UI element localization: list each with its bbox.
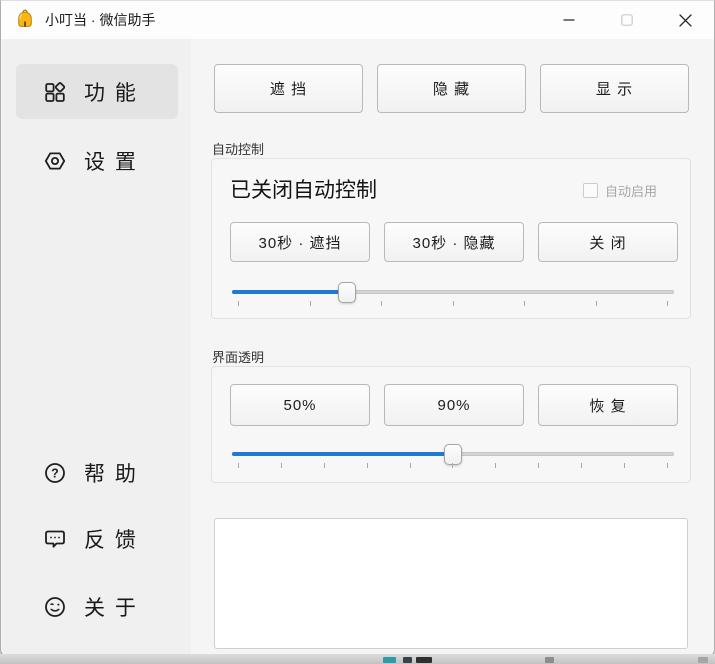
- opacity-50-button[interactable]: 50%: [230, 384, 370, 426]
- slider-thumb[interactable]: [338, 282, 356, 303]
- titlebar: 小叮当 · 微信助手: [1, 1, 714, 39]
- sidebar-item-about[interactable]: 关 于: [16, 579, 178, 634]
- taskbar-sliver: [0, 654, 715, 664]
- opacity-90-button[interactable]: 90%: [384, 384, 524, 426]
- sidebar-item-label: 功 能: [84, 77, 138, 107]
- sidebar-item-label: 帮 助: [84, 458, 138, 488]
- close-button[interactable]: [656, 1, 714, 39]
- maximize-icon: [621, 14, 633, 26]
- grid-icon: [43, 80, 67, 104]
- show-button[interactable]: 显 示: [540, 64, 689, 113]
- transparency-section-label: 界面透明: [212, 347, 264, 366]
- checkbox-box-icon[interactable]: [583, 183, 598, 198]
- settings-icon: [43, 149, 67, 173]
- main-panel: 遮 挡 隐 藏 显 示 自动控制 已关闭自动控制 自动启用 30秒 · 遮挡 3…: [191, 39, 715, 657]
- slider-fill: [232, 452, 453, 456]
- auto-off-button[interactable]: 关 闭: [538, 222, 678, 262]
- svg-text:?: ?: [51, 466, 59, 480]
- auto-control-group: 已关闭自动控制 自动启用 30秒 · 遮挡 30秒 · 隐藏 关 闭: [211, 158, 691, 319]
- close-icon: [679, 14, 692, 27]
- auto-enable-label: 自动启用: [605, 181, 657, 200]
- app-window: 小叮当 · 微信助手 功 能: [0, 0, 715, 657]
- sidebar-item-label: 设 置: [84, 146, 138, 176]
- sidebar-item-feedback[interactable]: 反 馈: [16, 511, 178, 566]
- taskbar-icon[interactable]: [416, 657, 432, 663]
- transparency-slider[interactable]: [232, 444, 674, 474]
- hide-30s-button[interactable]: 30秒 · 隐藏: [384, 222, 524, 262]
- transparency-group: 50% 90% 恢 复: [211, 366, 691, 483]
- opacity-restore-button[interactable]: 恢 复: [538, 384, 678, 426]
- auto-control-section-label: 自动控制: [212, 139, 264, 158]
- slider-ticks: [232, 301, 674, 307]
- taskbar-icon[interactable]: [698, 657, 708, 663]
- about-smiley-icon: [43, 595, 67, 619]
- taskbar-icon[interactable]: [545, 657, 554, 663]
- taskbar-icon[interactable]: [403, 657, 412, 663]
- sidebar-item-help[interactable]: ? 帮 助: [16, 445, 178, 500]
- sidebar: 功 能 设 置 ? 帮 助: [2, 39, 191, 657]
- window-controls: [540, 1, 714, 39]
- sidebar-item-label: 反 馈: [84, 524, 138, 554]
- hide-button[interactable]: 隐 藏: [377, 64, 526, 113]
- maximize-button: [598, 1, 656, 39]
- log-textarea[interactable]: [214, 518, 688, 649]
- window-title: 小叮当 · 微信助手: [45, 10, 155, 30]
- slider-thumb[interactable]: [444, 444, 462, 465]
- feedback-icon: [43, 527, 67, 551]
- sidebar-item-settings[interactable]: 设 置: [16, 133, 178, 188]
- bell-app-icon: [14, 9, 36, 31]
- slider-ticks: [232, 463, 674, 469]
- auto-control-slider[interactable]: [232, 282, 674, 312]
- help-icon: ?: [43, 461, 67, 485]
- taskbar-icon[interactable]: [383, 657, 396, 663]
- block-30s-button[interactable]: 30秒 · 遮挡: [230, 222, 370, 262]
- auto-enable-checkbox[interactable]: 自动启用: [583, 181, 657, 200]
- auto-control-status: 已关闭自动控制: [230, 174, 377, 204]
- sidebar-item-label: 关 于: [84, 592, 138, 622]
- minimize-icon: [563, 14, 575, 26]
- minimize-button[interactable]: [540, 1, 598, 39]
- block-button[interactable]: 遮 挡: [214, 64, 363, 113]
- sidebar-item-features[interactable]: 功 能: [16, 64, 178, 119]
- slider-fill: [232, 290, 347, 294]
